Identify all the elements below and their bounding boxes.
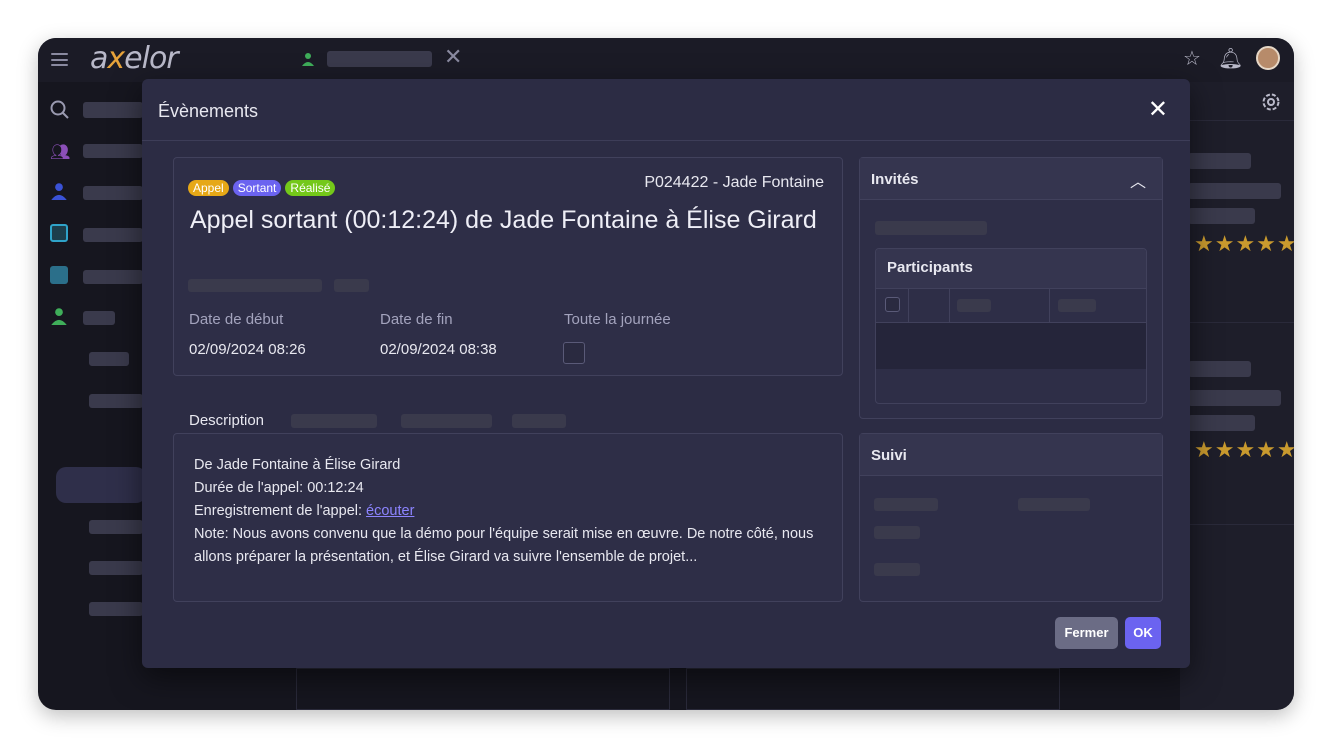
description-line: Durée de l'appel: 00:12:24 — [194, 480, 364, 496]
calendar-icon[interactable] — [50, 224, 68, 242]
logo: axelor — [90, 41, 179, 76]
search-icon[interactable] — [50, 100, 70, 120]
badge-list: Appel Sortant Réalisé — [188, 177, 339, 196]
participants-title: Participants — [887, 259, 973, 276]
all-day-label: Toute la journée — [564, 311, 671, 328]
participants-empty-row — [876, 323, 1146, 369]
field-placeholder — [334, 279, 369, 292]
field-placeholder — [874, 563, 920, 576]
start-date-value[interactable]: 02/09/2024 08:26 — [189, 341, 306, 358]
badge-done: Réalisé — [285, 180, 336, 196]
followup-card: Suivi — [859, 433, 1163, 602]
sidebar: 👥︎ — [38, 82, 146, 710]
description-line: Note: Nous avons convenu que la démo pou… — [194, 526, 814, 565]
top-bar: axelor ✕ ☆ 🔔︎ — [38, 38, 1294, 82]
users-icon[interactable]: 👥︎ — [50, 142, 70, 161]
field-placeholder — [1018, 498, 1090, 511]
close-icon[interactable]: ✕ — [1148, 95, 1168, 123]
invites-header[interactable]: Invités ︿ — [860, 158, 1162, 200]
sidebar-item-placeholder[interactable] — [83, 144, 143, 158]
background-placeholder — [1188, 153, 1251, 169]
dialog-title: Évènements — [158, 101, 259, 121]
column-header-placeholder[interactable] — [1058, 299, 1096, 312]
close-tab-icon[interactable]: ✕ — [444, 45, 462, 70]
listen-link[interactable]: écouter — [366, 503, 414, 519]
star-icon[interactable]: ☆ — [1180, 46, 1204, 70]
background-placeholder — [1188, 415, 1255, 431]
chevron-up-icon[interactable]: ︿ — [1130, 168, 1146, 192]
participants-header: Participants — [876, 249, 1146, 289]
sidebar-item-placeholder[interactable] — [83, 186, 143, 200]
rating-stars: ★★★★★ — [1194, 232, 1294, 257]
start-date-label: Date de début — [189, 311, 284, 328]
field-placeholder — [875, 221, 987, 235]
settings-icon[interactable] — [1260, 91, 1282, 113]
event-card: Appel Sortant Réalisé P024422 - Jade Fonta… — [173, 157, 843, 376]
sidebar-active-item[interactable] — [56, 467, 146, 503]
background-panel — [686, 668, 1060, 710]
select-all-checkbox[interactable] — [885, 297, 900, 312]
sidebar-item-placeholder[interactable] — [83, 311, 115, 325]
event-title: Appel sortant (00:12:24) de Jade Fontain… — [190, 206, 817, 234]
description-text: De Jade Fontaine à Élise Girard Durée de… — [194, 454, 834, 569]
field-placeholder — [188, 279, 322, 292]
sidebar-subitem-placeholder[interactable] — [89, 602, 143, 616]
badge-outgoing: Sortant — [232, 180, 282, 196]
tab-placeholder[interactable] — [291, 414, 377, 428]
invites-card: Invités ︿ Participants — [859, 157, 1163, 419]
sidebar-item-placeholder[interactable] — [83, 228, 143, 242]
description-line: Enregistrement de l'appel: écouter — [194, 503, 415, 519]
ok-button[interactable]: OK — [1125, 617, 1161, 649]
event-reference[interactable]: P024422 - Jade Fontaine — [644, 174, 824, 192]
rating-stars: ★★★★★ — [1194, 438, 1294, 463]
contact-icon[interactable] — [50, 307, 68, 325]
tab-placeholder[interactable] — [512, 414, 566, 428]
field-placeholder — [874, 498, 938, 511]
dialog-header: Évènements ✕ — [142, 79, 1190, 141]
end-date-label: Date de fin — [380, 311, 453, 328]
events-dialog: Évènements ✕ Appel Sortant Réalisé P024422… — [142, 79, 1190, 668]
participants-panel: Participants — [875, 248, 1147, 404]
sidebar-subitem-placeholder[interactable] — [89, 352, 129, 366]
sidebar-item-placeholder[interactable] — [83, 270, 143, 284]
archive-icon[interactable] — [50, 266, 68, 284]
sidebar-subitem-placeholder[interactable] — [89, 394, 143, 408]
background-placeholder — [1188, 183, 1281, 199]
menu-icon[interactable] — [51, 53, 68, 66]
description-card: De Jade Fontaine à Élise Girard Durée de… — [173, 433, 843, 602]
followup-header: Suivi — [860, 434, 1162, 476]
background-placeholder — [1188, 208, 1255, 224]
background-panel — [296, 668, 670, 710]
column-header-placeholder[interactable] — [957, 299, 991, 312]
search-placeholder[interactable] — [83, 102, 143, 118]
background-placeholder — [1188, 361, 1251, 377]
field-placeholder — [874, 526, 920, 539]
bell-icon[interactable]: 🔔︎ — [1218, 46, 1243, 70]
person-icon[interactable] — [50, 182, 68, 200]
avatar[interactable] — [1256, 46, 1280, 70]
all-day-checkbox[interactable] — [563, 342, 585, 364]
tab-label-placeholder[interactable] — [327, 51, 432, 67]
background-placeholder — [1188, 390, 1281, 406]
end-date-value[interactable]: 02/09/2024 08:38 — [380, 341, 497, 358]
sidebar-subitem-placeholder[interactable] — [89, 561, 143, 575]
user-icon — [302, 53, 314, 66]
tab-placeholder[interactable] — [401, 414, 492, 428]
participants-table-header — [876, 289, 1146, 323]
description-line: De Jade Fontaine à Élise Girard — [194, 457, 401, 473]
badge-call: Appel — [188, 180, 229, 196]
invites-title: Invités — [871, 171, 919, 188]
close-button[interactable]: Fermer — [1055, 617, 1118, 649]
sidebar-subitem-placeholder[interactable] — [89, 520, 143, 534]
followup-title: Suivi — [871, 447, 907, 464]
